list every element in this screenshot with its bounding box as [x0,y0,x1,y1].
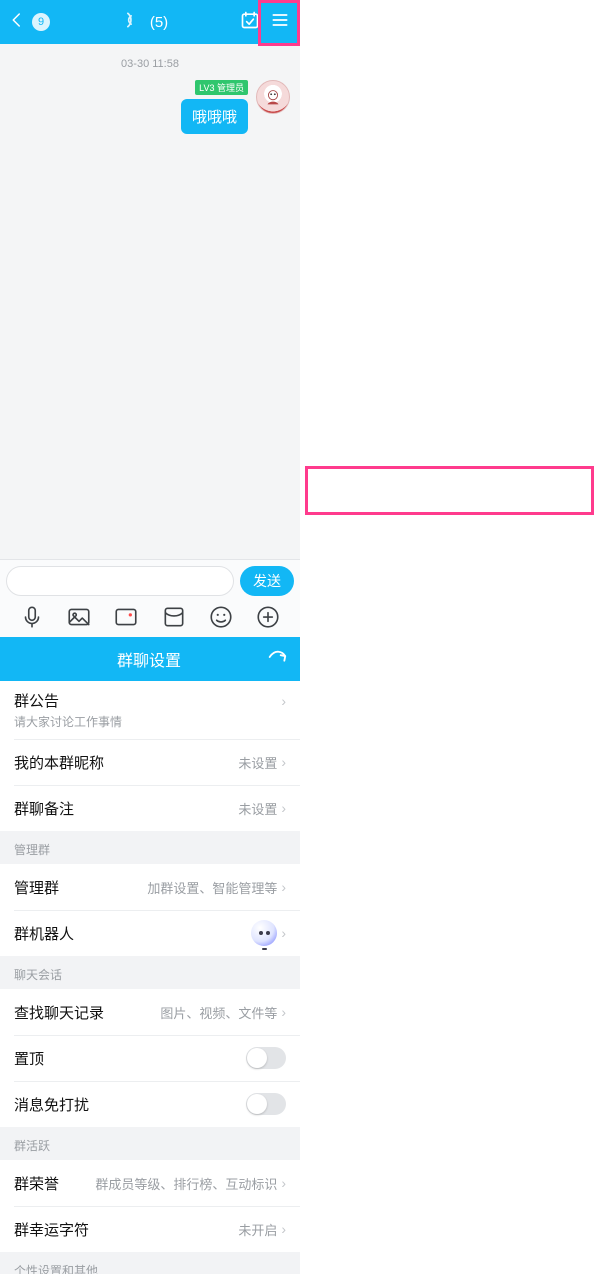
row-honor[interactable]: 群荣誉 群成员等级、排行榜、互动标识› [0,1160,300,1206]
send-button[interactable]: 发送 [240,566,294,596]
highlight-honor [305,466,594,515]
row-nickname[interactable]: 我的本群昵称 未设置› [0,739,300,785]
settings-header: 群聊设置 [0,637,300,681]
row-lucky[interactable]: 群幸运字符 未开启› [0,1206,300,1252]
row-title: 群幸运字符 [14,1219,89,1240]
section-activity: 群活跃 [0,1127,300,1160]
robot-icon [251,920,277,946]
row-pin[interactable]: 置顶 [0,1035,300,1081]
avatar[interactable] [256,80,290,114]
row-value: 未设置 [238,753,277,772]
settings-title: 群聊设置 [32,647,266,671]
sender-level-tag: LV3 管理员 [195,80,248,95]
message-timestamp: 03-30 11:58 [0,58,300,70]
row-manage[interactable]: 管理群 加群设置、智能管理等› [0,864,300,910]
row-title: 置顶 [14,1048,44,1069]
share-icon [266,646,288,668]
section-manage: 管理群 [0,831,300,864]
row-title: 群荣誉 [14,1173,59,1194]
row-remark[interactable]: 群聊备注 未设置› [0,785,300,831]
chat-header: 9 (5) [0,0,300,44]
plus-icon[interactable] [255,604,281,630]
settings-scroll[interactable]: 群公告 › 请大家讨论工作事情 我的本群昵称 未设置› 群聊备注 未设置› 管理… [0,681,300,1274]
message-input[interactable] [6,566,234,596]
section-personal: 个性设置和其他 [0,1252,300,1274]
chevron-right-icon: › [281,879,286,895]
row-value: 群成员等级、排行榜、互动标识 [95,1174,277,1193]
pin-toggle[interactable] [246,1047,286,1069]
row-title: 群公告 [14,690,59,711]
settings-panel: 群聊设置 群公告 › 请大家讨论工作事情 我的本群昵称 未设置› 群聊备注 未设… [0,637,300,1274]
unread-badge: 9 [32,13,50,31]
menu-button[interactable] [270,10,290,35]
row-history[interactable]: 查找聊天记录 图片、视频、文件等› [0,989,300,1035]
voice-icon[interactable] [19,604,45,630]
row-value: 加群设置、智能管理等 [147,878,277,897]
row-title: 管理群 [14,877,59,898]
chat-panel: 9 (5) 03-30 11:58 LV3 管理员 哦哦哦 [0,0,300,637]
row-title: 消息免打扰 [14,1094,89,1115]
chevron-right-icon: › [281,754,286,770]
row-robot[interactable]: 群机器人 › [0,910,300,956]
chevron-right-icon: › [281,800,286,816]
redpacket-icon[interactable] [161,604,187,630]
calendar-check-icon[interactable] [240,10,260,35]
row-mute[interactable]: 消息免打扰 [0,1081,300,1127]
row-announcement[interactable]: 群公告 › 请大家讨论工作事情 [0,681,300,739]
chat-body[interactable]: 03-30 11:58 LV3 管理员 哦哦哦 [0,44,300,559]
back-button[interactable] [8,11,26,34]
row-subtitle: 请大家讨论工作事情 [14,713,122,730]
message-bubble[interactable]: 哦哦哦 [181,99,248,134]
chevron-right-icon: › [281,925,286,941]
emoji-icon[interactable] [208,604,234,630]
row-value: 未设置 [238,799,277,818]
hamburger-icon [270,10,290,30]
message-row: LV3 管理员 哦哦哦 [0,70,300,134]
row-title: 查找聊天记录 [14,1002,104,1023]
row-title: 群聊备注 [14,798,74,819]
section-session: 聊天会话 [0,956,300,989]
chevron-right-icon: › [281,1175,286,1191]
chat-input-bar: 发送 [0,559,300,637]
row-title: 我的本群昵称 [14,752,104,773]
chevron-left-icon [8,11,26,29]
chat-title: (5) [150,14,168,31]
chevron-right-icon: › [281,1004,286,1020]
earpiece-icon [122,10,142,34]
row-value: 图片、视频、文件等 [160,1003,277,1022]
row-value: 未开启 [238,1220,277,1239]
image-icon[interactable] [66,604,92,630]
chevron-right-icon: › [281,693,286,709]
camera-icon[interactable] [113,604,139,630]
row-title: 群机器人 [14,923,74,944]
mute-toggle[interactable] [246,1093,286,1115]
chevron-right-icon: › [281,1221,286,1237]
share-button[interactable] [266,646,288,673]
